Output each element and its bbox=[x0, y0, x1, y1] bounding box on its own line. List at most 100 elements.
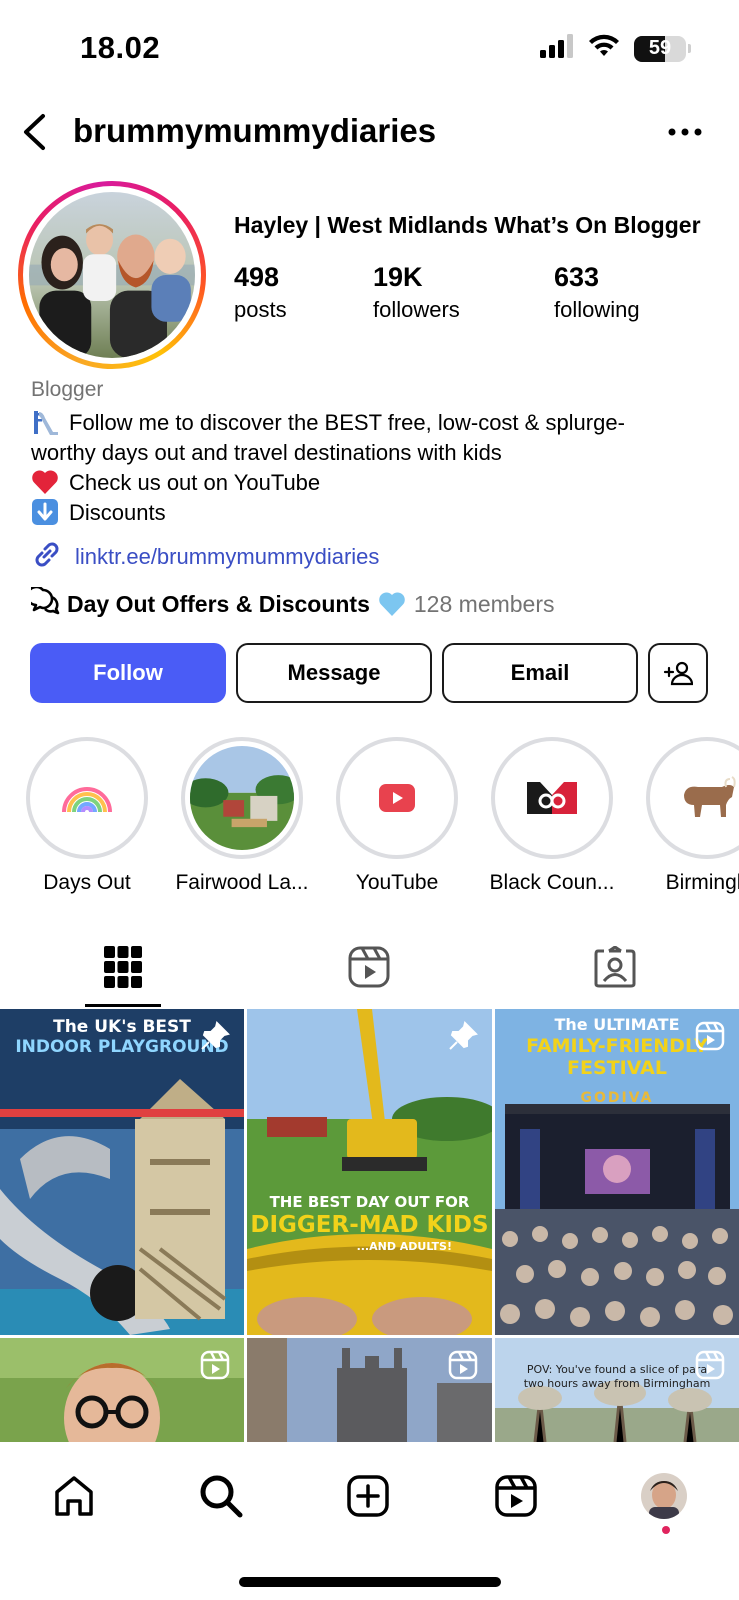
post-caption-line: ...AND ADULTS! bbox=[356, 1240, 452, 1253]
status-bar: 18.02 59 bbox=[0, 0, 739, 100]
pin-icon bbox=[200, 1021, 230, 1056]
blue-heart-icon bbox=[378, 591, 406, 617]
top-nav: brummymummydiaries bbox=[0, 100, 739, 164]
reel-icon bbox=[200, 1350, 230, 1385]
reel-icon bbox=[695, 1350, 725, 1385]
highlight-label: Days Out bbox=[43, 871, 131, 894]
nav-reels[interactable] bbox=[486, 1466, 546, 1526]
rainbow-icon bbox=[62, 787, 112, 813]
reel-icon bbox=[448, 1350, 478, 1385]
message-button[interactable]: Message bbox=[236, 643, 432, 703]
chat-bubbles-icon bbox=[26, 585, 61, 621]
reels-icon bbox=[495, 1475, 537, 1517]
bio-link-text: linktr.ee/brummymummydiaries bbox=[75, 544, 380, 569]
stat-value: 19K bbox=[373, 262, 423, 292]
bull-icon bbox=[684, 776, 736, 817]
chevron-left-icon bbox=[24, 114, 45, 150]
highlight-birmingham[interactable]: Birmingh bbox=[632, 737, 739, 895]
link-icon bbox=[31, 538, 63, 576]
stat-label: followers bbox=[373, 297, 460, 322]
signal-icon bbox=[540, 34, 574, 63]
tagged-icon bbox=[594, 946, 636, 988]
battery-level: 59 bbox=[648, 37, 672, 59]
highlight-label: Fairwood La... bbox=[175, 871, 309, 894]
bio-line-follow-cont: worthy days out and travel destinations … bbox=[31, 440, 502, 465]
notification-dot bbox=[662, 1526, 670, 1534]
stat-followers[interactable]: 19K followers bbox=[373, 262, 460, 323]
profile-display-name: Hayley | West Midlands What’s On Blogger bbox=[234, 212, 701, 238]
create-plus-icon bbox=[347, 1475, 389, 1517]
family-photo bbox=[29, 192, 195, 358]
post-caption-line: DIGGER-MAD KIDS bbox=[250, 1212, 489, 1238]
bio-text-2: Check us out on YouTube bbox=[69, 470, 321, 495]
nav-home[interactable] bbox=[44, 1466, 104, 1526]
highlight-youtube[interactable]: YouTube bbox=[322, 737, 472, 895]
down-arrow-icon bbox=[31, 498, 61, 526]
nav-search[interactable] bbox=[191, 1466, 251, 1526]
red-heart-icon bbox=[31, 468, 61, 496]
add-person-icon bbox=[663, 661, 693, 686]
posts-grid: The UK's BEST INDOOR PLAYGROUND THE BEST… bbox=[0, 1009, 739, 1442]
tab-tagged[interactable] bbox=[575, 928, 655, 1006]
suggested-accounts-button[interactable] bbox=[648, 643, 708, 703]
post-thumbnail[interactable]: THE BEST DAY OUT FOR DIGGER-MAD KIDS ...… bbox=[247, 1009, 492, 1335]
battery-icon: 59 bbox=[634, 35, 691, 62]
reels-icon bbox=[348, 946, 390, 988]
stat-value: 633 bbox=[554, 262, 600, 292]
post-caption-line: THE BEST DAY OUT FOR bbox=[269, 1193, 470, 1211]
post-thumbnail[interactable]: POV: You've found a slice of para two ho… bbox=[495, 1338, 739, 1442]
user-avatar bbox=[641, 1473, 687, 1519]
profile-tabs bbox=[0, 928, 739, 1008]
slide-icon bbox=[31, 408, 61, 436]
home-indicator[interactable] bbox=[239, 1577, 501, 1587]
post-caption-line: FESTIVAL bbox=[567, 1057, 667, 1079]
bio-line-youtube: Check us out on YouTube bbox=[31, 468, 721, 498]
highlight-label: YouTube bbox=[355, 871, 439, 894]
bio-text-3: Discounts bbox=[69, 500, 166, 525]
black-country-flag-icon bbox=[527, 782, 577, 814]
reel-icon bbox=[695, 1021, 725, 1056]
nav-create[interactable] bbox=[338, 1466, 398, 1526]
highlight-label: Birmingh bbox=[665, 871, 739, 894]
bio-link[interactable]: linktr.ee/brummymummydiaries bbox=[31, 538, 721, 576]
tab-reels[interactable] bbox=[329, 928, 409, 1006]
pin-icon bbox=[448, 1021, 478, 1056]
post-thumbnail[interactable]: The ULTIMATE FAMILY-FRIENDLY FESTIVAL GO… bbox=[495, 1009, 739, 1335]
post-thumbnail[interactable]: The UK's BEST INDOOR PLAYGROUND bbox=[0, 1009, 244, 1335]
youtube-icon bbox=[379, 784, 415, 812]
highlight-label: Black Coun... bbox=[489, 871, 615, 894]
active-tab-indicator bbox=[85, 1004, 161, 1007]
tab-posts-grid[interactable] bbox=[83, 928, 163, 1006]
stat-label: following bbox=[554, 297, 640, 322]
stage-sign: GODIVA bbox=[580, 1090, 654, 1106]
stat-value: 498 bbox=[234, 262, 280, 292]
stat-following[interactable]: 633 following bbox=[554, 262, 640, 323]
bottom-nav bbox=[0, 1442, 739, 1600]
park-photo bbox=[190, 746, 294, 850]
bio-line-discounts: Discounts bbox=[31, 498, 721, 528]
story-highlights: Days Out Fairwood La... YouTube Black Co… bbox=[0, 737, 739, 897]
status-time: 18.02 bbox=[80, 30, 161, 65]
post-thumbnail[interactable] bbox=[0, 1338, 244, 1442]
grid-icon bbox=[104, 946, 142, 988]
wifi-icon bbox=[588, 34, 620, 63]
email-button[interactable]: Email bbox=[442, 643, 638, 703]
profile-avatar[interactable] bbox=[18, 181, 206, 369]
bio-line-follow: Follow me to discover the BEST free, low… bbox=[31, 408, 721, 438]
back-button[interactable] bbox=[14, 110, 54, 154]
highlight-black-country[interactable]: Black Coun... bbox=[477, 737, 627, 895]
post-thumbnail[interactable] bbox=[247, 1338, 492, 1442]
more-options-button[interactable] bbox=[663, 114, 707, 150]
highlight-days-out[interactable]: Days Out bbox=[12, 737, 162, 895]
status-icons: 59 bbox=[540, 34, 691, 63]
more-dots-icon bbox=[668, 128, 702, 136]
community-members: 128 members bbox=[413, 590, 555, 617]
nav-profile[interactable] bbox=[634, 1466, 694, 1526]
stat-label: posts bbox=[234, 297, 287, 322]
stat-posts[interactable]: 498 posts bbox=[234, 262, 287, 323]
profile-username: brummymummydiaries bbox=[73, 112, 437, 149]
profile-actions: Follow Message Email bbox=[30, 643, 710, 703]
community-chat[interactable]: Day Out Offers & Discounts 128 members bbox=[26, 585, 555, 621]
highlight-fairwood[interactable]: Fairwood La... bbox=[167, 737, 317, 895]
follow-button[interactable]: Follow bbox=[30, 643, 226, 703]
